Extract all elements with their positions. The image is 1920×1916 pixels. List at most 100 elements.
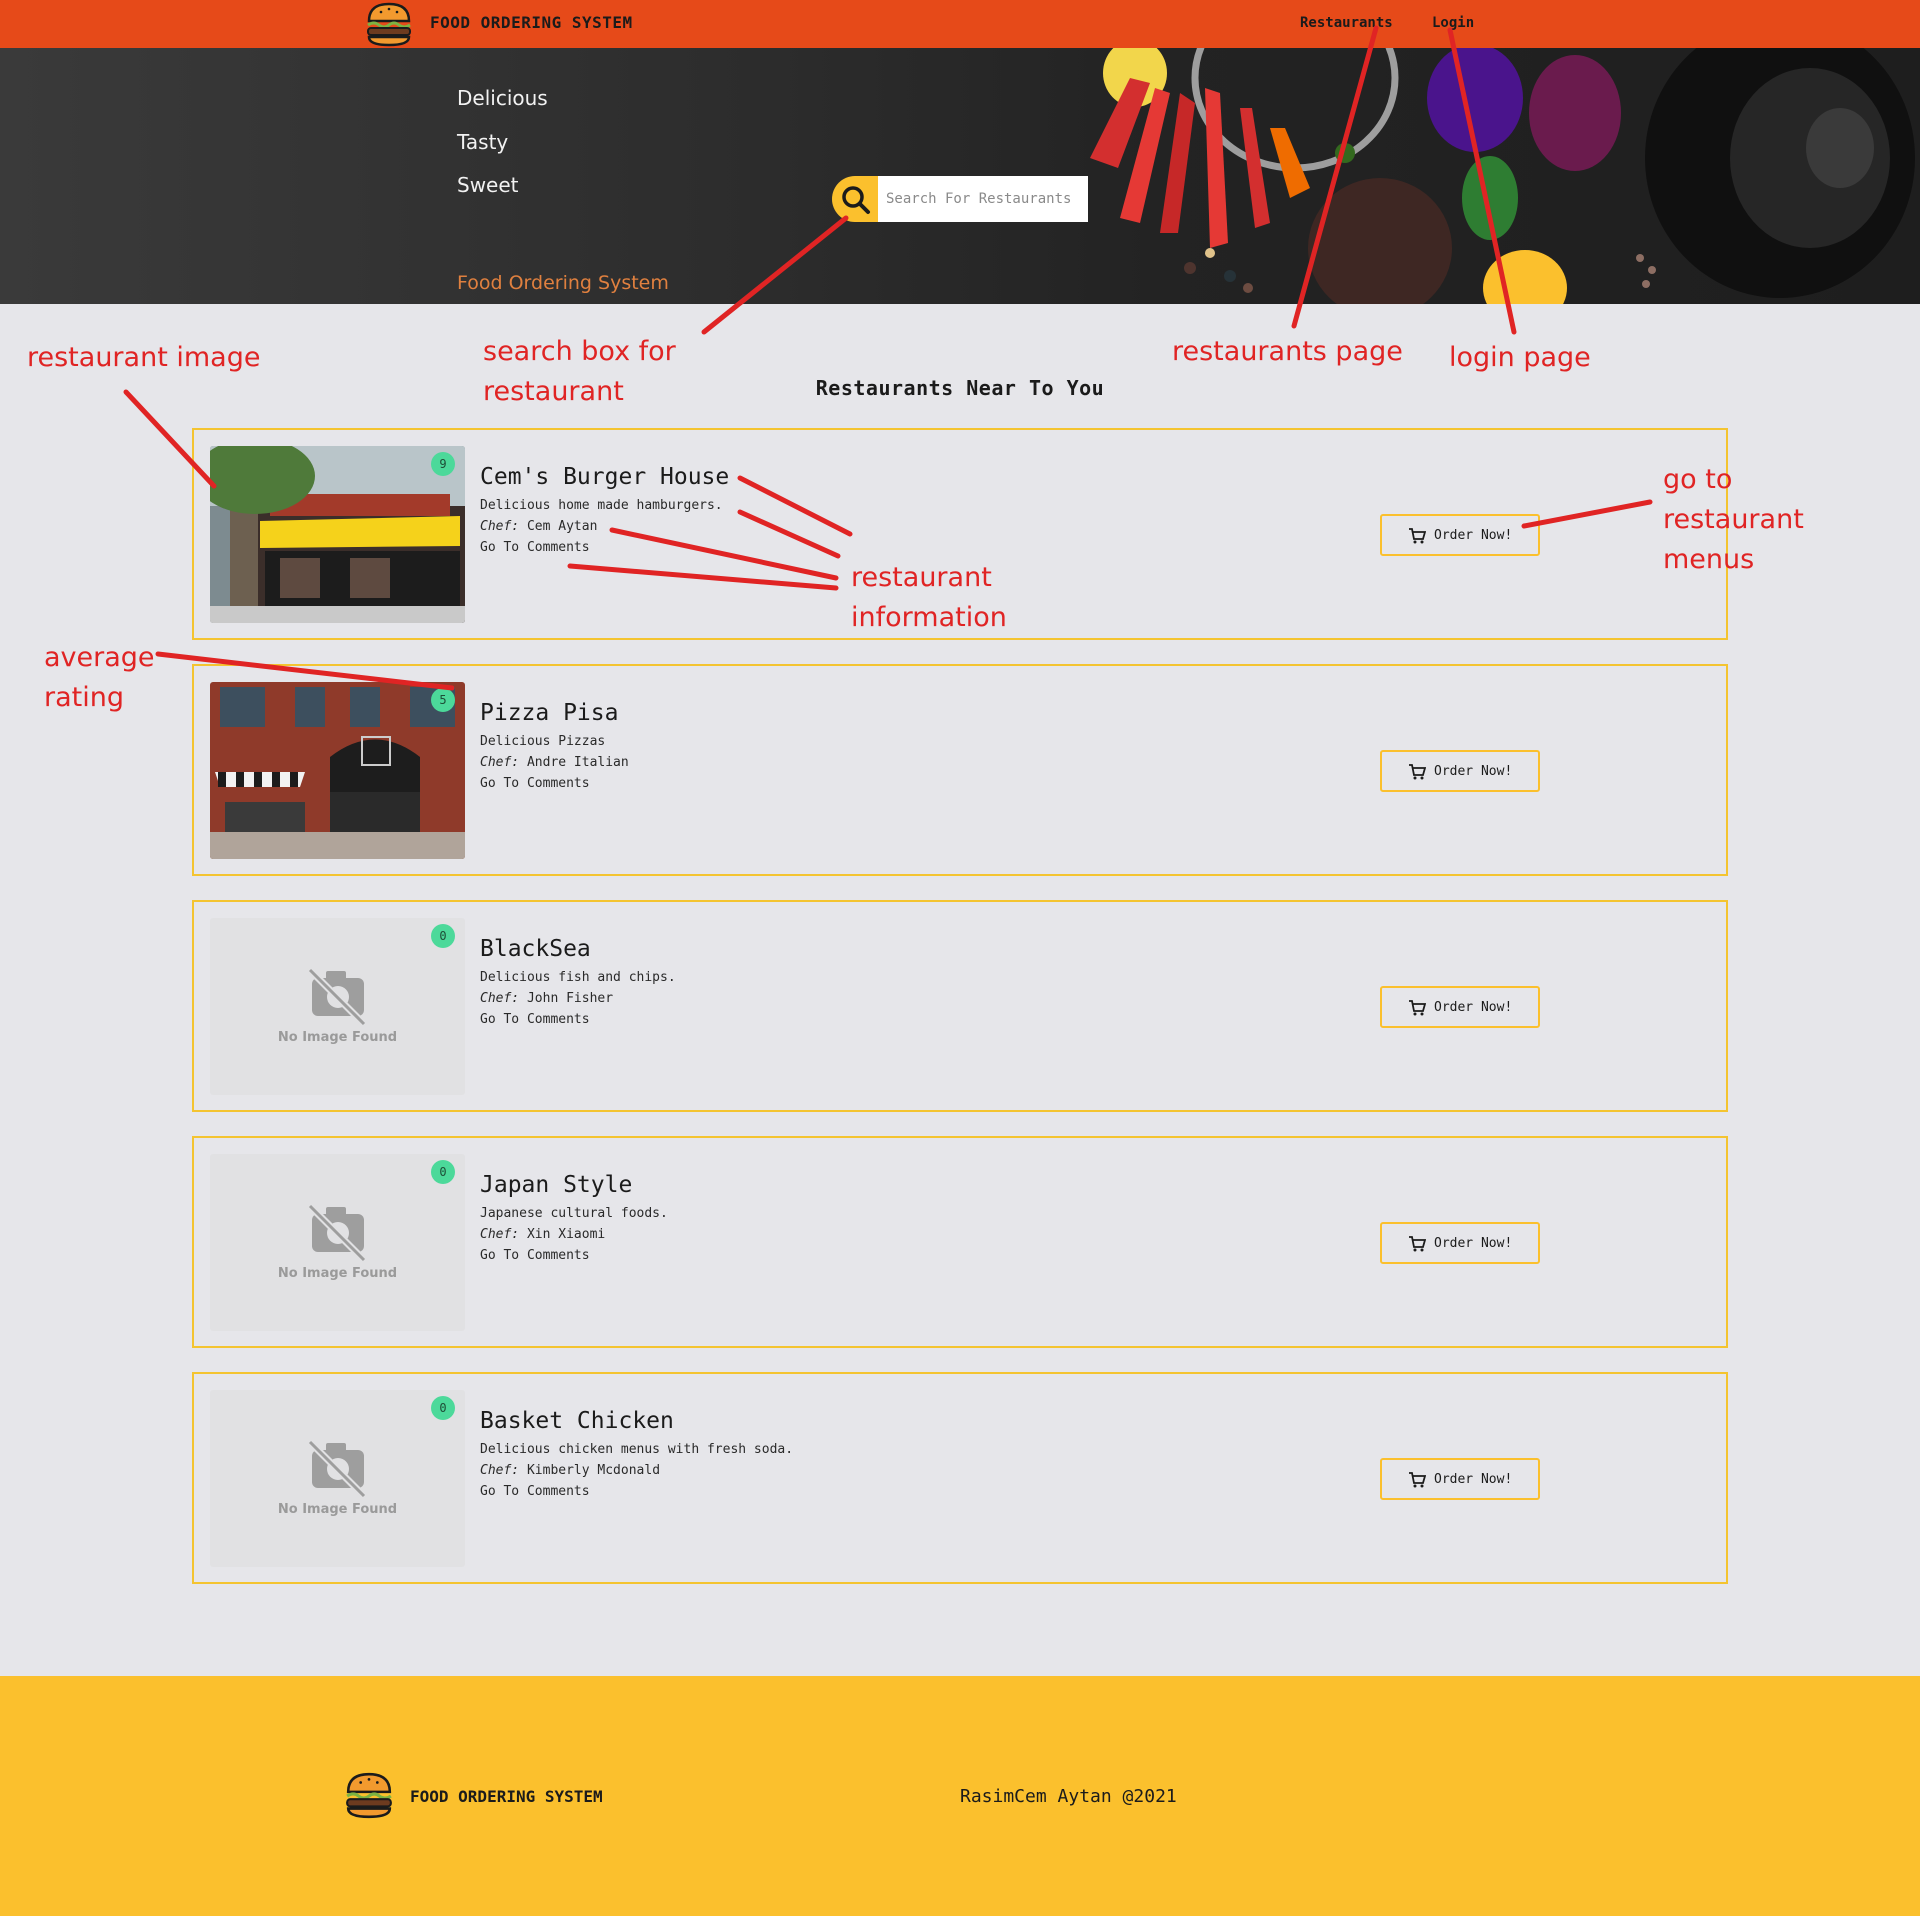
chef-label: Chef:	[480, 1227, 520, 1242]
go-to-comments-link[interactable]: Go To Comments	[480, 776, 590, 791]
restaurant-image-placeholder[interactable]: No Image Found	[210, 1390, 465, 1567]
restaurant-description: Delicious Pizzas	[480, 734, 606, 749]
order-now-label: Order Now!	[1434, 764, 1513, 779]
chef-label: Chef:	[480, 755, 520, 770]
footer-copyright: RasimCem Aytan @2021	[960, 1786, 1177, 1807]
restaurant-image-placeholder[interactable]: No Image Found	[210, 918, 465, 1095]
annotation-search-box-line1: search box for	[483, 336, 676, 367]
annotation-info-line2: information	[851, 602, 1007, 633]
annotation-search-box-line2: restaurant	[483, 376, 624, 407]
chef-name: Cem Aytan	[526, 519, 598, 534]
burger-logo-icon[interactable]	[364, 1, 414, 47]
restaurant-card: No Image Found 0 Japan Style Japanese cu…	[192, 1136, 1728, 1348]
chef-name: Xin Xiaomi	[526, 1227, 606, 1242]
hero-word-delicious: Delicious	[457, 86, 548, 110]
rating-badge: 0	[431, 1396, 455, 1420]
annotation-go-to-line1: go to	[1663, 464, 1733, 495]
order-now-button[interactable]: Order Now!	[1380, 750, 1540, 792]
order-now-button[interactable]: Order Now!	[1380, 514, 1540, 556]
hero-banner: Delicious Tasty Sweet Food Ordering Syst…	[0, 48, 1920, 304]
restaurant-description: Delicious home made hamburgers.	[480, 498, 723, 513]
hero-word-sweet: Sweet	[457, 173, 519, 197]
no-image-camera-icon	[307, 1203, 367, 1263]
go-to-comments-link[interactable]: Go To Comments	[480, 1012, 590, 1027]
restaurant-card: 5 Pizza Pisa Delicious Pizzas Chef: Andr…	[192, 664, 1728, 876]
rating-badge: 9	[431, 452, 455, 476]
cart-icon	[1409, 1472, 1426, 1488]
no-image-camera-icon	[307, 967, 367, 1027]
annotation-go-to-menus: go to restaurant menus	[1663, 460, 1804, 580]
search-button[interactable]	[832, 176, 880, 222]
restaurant-card: No Image Found 0 Basket Chicken Deliciou…	[192, 1372, 1728, 1584]
chef-name: Kimberly Mcdonald	[526, 1463, 661, 1478]
restaurant-chef: Chef: John Fisher	[480, 991, 613, 1006]
annotation-restaurants-page: restaurants page	[1172, 336, 1403, 367]
go-to-comments-link[interactable]: Go To Comments	[480, 540, 590, 555]
annotation-restaurant-image: restaurant image	[27, 342, 261, 373]
chef-name: Andre Italian	[526, 755, 629, 770]
cart-icon	[1409, 1236, 1426, 1252]
restaurant-description: Delicious fish and chips.	[480, 970, 676, 985]
restaurant-chef: Chef: Kimberly Mcdonald	[480, 1463, 660, 1478]
annotation-restaurant-information: restaurant information	[851, 558, 1007, 638]
order-now-button[interactable]: Order Now!	[1380, 1222, 1540, 1264]
hero-word-tasty: Tasty	[457, 130, 509, 154]
restaurant-image-placeholder[interactable]: No Image Found	[210, 1154, 465, 1331]
search-input[interactable]	[878, 176, 1088, 222]
order-now-label: Order Now!	[1434, 528, 1513, 543]
cart-icon	[1409, 764, 1426, 780]
no-image-label: No Image Found	[277, 1030, 398, 1045]
no-image-label: No Image Found	[277, 1502, 398, 1517]
no-image-label: No Image Found	[277, 1266, 398, 1281]
annotation-info-line1: restaurant	[851, 562, 992, 593]
restaurant-chef: Chef: Xin Xiaomi	[480, 1227, 605, 1242]
annotation-search-box: search box for restaurant	[483, 332, 676, 412]
hero-tagline: Food Ordering System	[457, 272, 669, 294]
chef-label: Chef:	[480, 991, 520, 1006]
restaurant-name: Basket Chicken	[480, 1408, 674, 1434]
chef-label: Chef:	[480, 1463, 520, 1478]
annotation-avg-line2: rating	[44, 682, 124, 713]
vegetables-image	[1090, 48, 1915, 304]
order-now-label: Order Now!	[1434, 1472, 1513, 1487]
chef-name: John Fisher	[526, 991, 614, 1006]
restaurant-name: Japan Style	[480, 1172, 633, 1198]
rating-badge: 5	[431, 688, 455, 712]
section-title: Restaurants Near To You	[815, 376, 1105, 400]
restaurant-name: BlackSea	[480, 936, 591, 962]
cart-icon	[1409, 1000, 1426, 1016]
order-now-button[interactable]: Order Now!	[1380, 986, 1540, 1028]
no-image-camera-icon	[307, 1439, 367, 1499]
restaurant-image[interactable]	[210, 682, 465, 859]
restaurant-description: Delicious chicken menus with fresh soda.	[480, 1442, 794, 1457]
search-box	[832, 176, 1088, 222]
restaurant-card: No Image Found 0 BlackSea Delicious fish…	[192, 900, 1728, 1112]
rating-badge: 0	[431, 1160, 455, 1184]
restaurant-image[interactable]	[210, 446, 465, 623]
go-to-comments-link[interactable]: Go To Comments	[480, 1248, 590, 1263]
cart-icon	[1409, 528, 1426, 544]
annotation-login-page: login page	[1449, 342, 1591, 373]
chef-label: Chef:	[480, 519, 520, 534]
burger-logo-icon	[346, 1772, 392, 1819]
annotation-avg-line1: average	[44, 642, 155, 673]
restaurant-chef: Chef: Cem Aytan	[480, 519, 597, 534]
nav-brand[interactable]: FOOD ORDERING SYSTEM	[430, 13, 633, 32]
nav-link-login[interactable]: Login	[1432, 15, 1474, 31]
restaurant-chef: Chef: Andre Italian	[480, 755, 629, 770]
order-now-label: Order Now!	[1434, 1000, 1513, 1015]
footer: FOOD ORDERING SYSTEM RasimCem Aytan @202…	[0, 1676, 1920, 1916]
annotation-go-to-line3: menus	[1663, 544, 1755, 575]
restaurant-name: Pizza Pisa	[480, 700, 619, 726]
nav-link-restaurants[interactable]: Restaurants	[1300, 15, 1393, 31]
annotation-average-rating: average rating	[44, 638, 155, 718]
annotation-go-to-line2: restaurant	[1663, 504, 1804, 535]
go-to-comments-link[interactable]: Go To Comments	[480, 1484, 590, 1499]
restaurant-description: Japanese cultural foods.	[480, 1206, 668, 1221]
restaurant-name: Cem's Burger House	[480, 464, 730, 490]
order-now-button[interactable]: Order Now!	[1380, 1458, 1540, 1500]
footer-brand: FOOD ORDERING SYSTEM	[410, 1787, 603, 1806]
search-icon	[842, 186, 870, 214]
rating-badge: 0	[431, 924, 455, 948]
order-now-label: Order Now!	[1434, 1236, 1513, 1251]
